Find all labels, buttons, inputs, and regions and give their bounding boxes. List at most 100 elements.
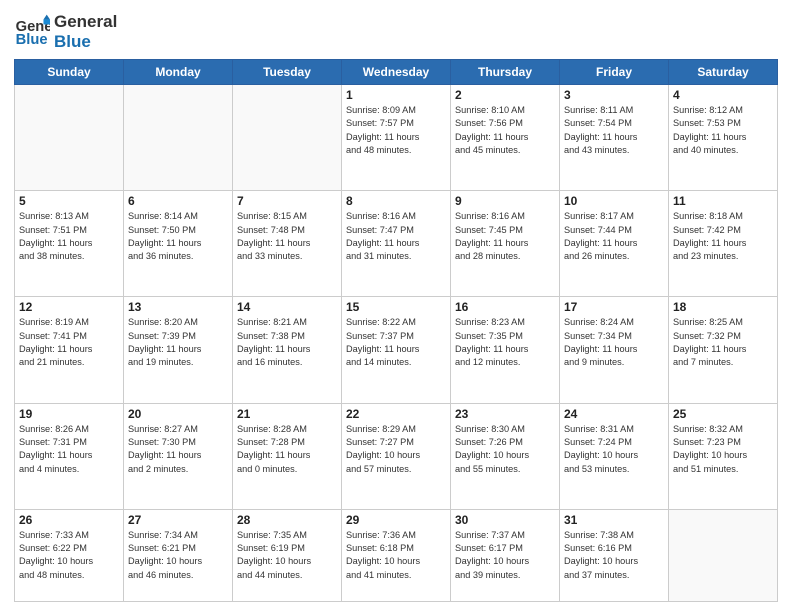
day-number: 15 [346, 300, 446, 314]
day-cell: 2Sunrise: 8:10 AMSunset: 7:56 PMDaylight… [451, 85, 560, 191]
day-cell: 10 Sunrise: 8:17 AMSunset: 7:44 PMDayligh… [560, 191, 669, 297]
day-cell: 18Sunrise: 8:25 AMSunset: 7:32 PMDayligh… [669, 297, 778, 403]
day-info: Sunrise: 8:26 AMSunset: 7:31 PMDaylight:… [19, 423, 119, 476]
day-info: Sunrise: 8:19 AMSunset: 7:41 PMDaylight:… [19, 316, 119, 369]
day-info: Sunrise: 7:36 AMSunset: 6:18 PMDaylight:… [346, 529, 446, 582]
day-cell: 16 Sunrise: 8:23 AMSunset: 7:35 PMDayligh… [451, 297, 560, 403]
day-info: Sunrise: 7:33 AMSunset: 6:22 PMDaylight:… [19, 529, 119, 582]
day-number: 12 [19, 300, 119, 314]
day-info: Sunrise: 8:13 AMSunset: 7:51 PMDaylight:… [19, 210, 119, 263]
day-info: Sunrise: 8:15 AMSunset: 7:48 PMDaylight:… [237, 210, 337, 263]
day-number: 22 [346, 407, 446, 421]
day-cell: 19 Sunrise: 8:26 AMSunset: 7:31 PMDayligh… [15, 403, 124, 509]
week-row-1: 1 Sunrise: 8:09 AMSunset: 7:57 PMDaylight… [15, 85, 778, 191]
day-cell: 6Sunrise: 8:14 AMSunset: 7:50 PMDaylight… [124, 191, 233, 297]
week-row-5: 26 Sunrise: 7:33 AMSunset: 6:22 PMDayligh… [15, 509, 778, 601]
day-cell: 4 Sunrise: 8:12 AMSunset: 7:53 PMDaylight… [669, 85, 778, 191]
logo-blue: Blue [54, 32, 117, 52]
day-cell: 20 Sunrise: 8:27 AMSunset: 7:30 PMDayligh… [124, 403, 233, 509]
day-info: Sunrise: 8:27 AMSunset: 7:30 PMDaylight:… [128, 423, 228, 476]
day-info: Sunrise: 8:17 AMSunset: 7:44 PMDaylight:… [564, 210, 664, 263]
day-cell: 5 Sunrise: 8:13 AMSunset: 7:51 PMDaylight… [15, 191, 124, 297]
day-info: Sunrise: 7:34 AMSunset: 6:21 PMDaylight:… [128, 529, 228, 582]
day-number: 25 [673, 407, 773, 421]
day-info: Sunrise: 8:25 AMSunset: 7:32 PMDaylight:… [673, 316, 773, 369]
day-cell: 14 Sunrise: 8:21 AMSunset: 7:38 PMDayligh… [233, 297, 342, 403]
page: General Blue General Blue SundayMondayTu… [0, 0, 792, 612]
day-info: Sunrise: 8:11 AMSunset: 7:54 PMDaylight:… [564, 104, 664, 157]
week-row-4: 19 Sunrise: 8:26 AMSunset: 7:31 PMDayligh… [15, 403, 778, 509]
day-info: Sunrise: 8:18 AMSunset: 7:42 PMDaylight:… [673, 210, 773, 263]
day-number: 19 [19, 407, 119, 421]
day-cell: 21 Sunrise: 8:28 AMSunset: 7:28 PMDayligh… [233, 403, 342, 509]
day-number: 8 [346, 194, 446, 208]
day-number: 30 [455, 513, 555, 527]
day-info: Sunrise: 7:37 AMSunset: 6:17 PMDaylight:… [455, 529, 555, 582]
day-cell: 11Sunrise: 8:18 AMSunset: 7:42 PMDayligh… [669, 191, 778, 297]
weekday-header-tuesday: Tuesday [233, 60, 342, 85]
day-number: 24 [564, 407, 664, 421]
svg-text:Blue: Blue [16, 32, 48, 48]
day-info: Sunrise: 8:12 AMSunset: 7:53 PMDaylight:… [673, 104, 773, 157]
day-cell: 26 Sunrise: 7:33 AMSunset: 6:22 PMDayligh… [15, 509, 124, 601]
day-cell: 23 Sunrise: 8:30 AMSunset: 7:26 PMDayligh… [451, 403, 560, 509]
day-info: Sunrise: 7:38 AMSunset: 6:16 PMDaylight:… [564, 529, 664, 582]
day-number: 29 [346, 513, 446, 527]
weekday-header-thursday: Thursday [451, 60, 560, 85]
day-cell: 24Sunrise: 8:31 AMSunset: 7:24 PMDayligh… [560, 403, 669, 509]
day-number: 3 [564, 88, 664, 102]
day-info: Sunrise: 8:10 AMSunset: 7:56 PMDaylight:… [455, 104, 555, 157]
day-info: Sunrise: 8:20 AMSunset: 7:39 PMDaylight:… [128, 316, 228, 369]
day-number: 20 [128, 407, 228, 421]
day-cell [233, 85, 342, 191]
day-cell: 17Sunrise: 8:24 AMSunset: 7:34 PMDayligh… [560, 297, 669, 403]
day-number: 10 [564, 194, 664, 208]
week-row-3: 12 Sunrise: 8:19 AMSunset: 7:41 PMDayligh… [15, 297, 778, 403]
day-info: Sunrise: 8:30 AMSunset: 7:26 PMDaylight:… [455, 423, 555, 476]
day-cell: 13 Sunrise: 8:20 AMSunset: 7:39 PMDayligh… [124, 297, 233, 403]
day-cell: 12 Sunrise: 8:19 AMSunset: 7:41 PMDayligh… [15, 297, 124, 403]
day-cell: 22 Sunrise: 8:29 AMSunset: 7:27 PMDayligh… [342, 403, 451, 509]
header: General Blue General Blue [14, 10, 778, 51]
day-number: 21 [237, 407, 337, 421]
day-cell: 27Sunrise: 7:34 AMSunset: 6:21 PMDayligh… [124, 509, 233, 601]
weekday-header-sunday: Sunday [15, 60, 124, 85]
week-row-2: 5 Sunrise: 8:13 AMSunset: 7:51 PMDaylight… [15, 191, 778, 297]
day-info: Sunrise: 8:23 AMSunset: 7:35 PMDaylight:… [455, 316, 555, 369]
day-number: 26 [19, 513, 119, 527]
day-number: 14 [237, 300, 337, 314]
weekday-header-wednesday: Wednesday [342, 60, 451, 85]
day-cell: 7Sunrise: 8:15 AMSunset: 7:48 PMDaylight… [233, 191, 342, 297]
day-number: 5 [19, 194, 119, 208]
day-cell: 1 Sunrise: 8:09 AMSunset: 7:57 PMDaylight… [342, 85, 451, 191]
day-cell: 25 Sunrise: 8:32 AMSunset: 7:23 PMDayligh… [669, 403, 778, 509]
day-cell [124, 85, 233, 191]
logo: General Blue General Blue [14, 10, 117, 51]
day-info: Sunrise: 8:32 AMSunset: 7:23 PMDaylight:… [673, 423, 773, 476]
day-info: Sunrise: 8:29 AMSunset: 7:27 PMDaylight:… [346, 423, 446, 476]
day-cell: 9Sunrise: 8:16 AMSunset: 7:45 PMDaylight… [451, 191, 560, 297]
day-cell: 15Sunrise: 8:22 AMSunset: 7:37 PMDayligh… [342, 297, 451, 403]
day-cell [15, 85, 124, 191]
day-cell: 30 Sunrise: 7:37 AMSunset: 6:17 PMDayligh… [451, 509, 560, 601]
day-number: 4 [673, 88, 773, 102]
day-info: Sunrise: 8:16 AMSunset: 7:47 PMDaylight:… [346, 210, 446, 263]
day-info: Sunrise: 8:21 AMSunset: 7:38 PMDaylight:… [237, 316, 337, 369]
day-number: 6 [128, 194, 228, 208]
day-number: 28 [237, 513, 337, 527]
day-number: 9 [455, 194, 555, 208]
day-number: 23 [455, 407, 555, 421]
day-info: Sunrise: 8:28 AMSunset: 7:28 PMDaylight:… [237, 423, 337, 476]
day-cell: 29 Sunrise: 7:36 AMSunset: 6:18 PMDayligh… [342, 509, 451, 601]
day-number: 31 [564, 513, 664, 527]
weekday-header-saturday: Saturday [669, 60, 778, 85]
day-number: 16 [455, 300, 555, 314]
day-cell [669, 509, 778, 601]
day-number: 1 [346, 88, 446, 102]
day-cell: 3 Sunrise: 8:11 AMSunset: 7:54 PMDaylight… [560, 85, 669, 191]
day-cell: 31 Sunrise: 7:38 AMSunset: 6:16 PMDayligh… [560, 509, 669, 601]
day-info: Sunrise: 8:09 AMSunset: 7:57 PMDaylight:… [346, 104, 446, 157]
day-info: Sunrise: 7:35 AMSunset: 6:19 PMDaylight:… [237, 529, 337, 582]
day-number: 13 [128, 300, 228, 314]
weekday-header-friday: Friday [560, 60, 669, 85]
